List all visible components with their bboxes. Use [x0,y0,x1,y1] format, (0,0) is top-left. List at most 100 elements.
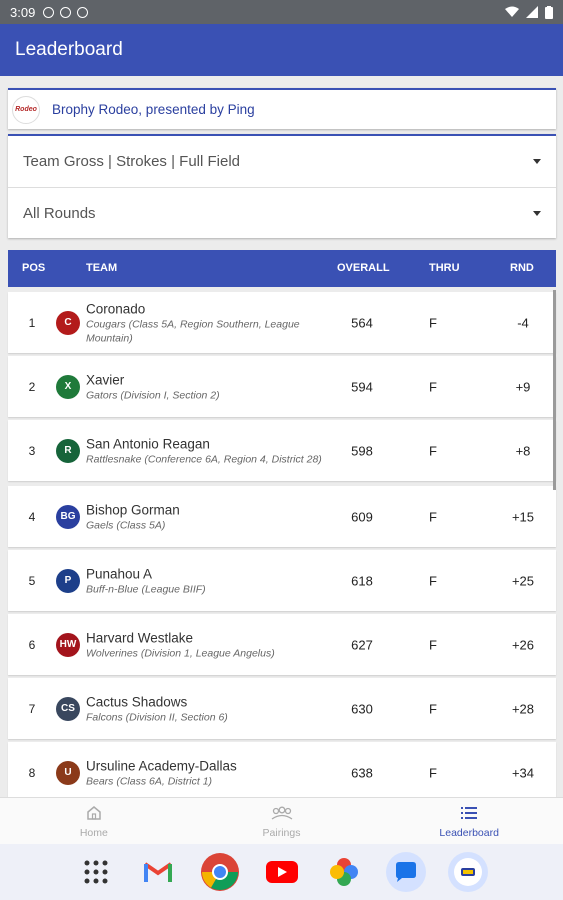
row-pos: 2 [28,379,36,394]
gmail-icon[interactable] [137,851,179,893]
nav-leaderboard[interactable]: Leaderboard [375,798,563,844]
event-logo: Rodeo [12,95,40,124]
status-time: 3:09 [10,4,36,20]
row-rnd: +25 [511,573,535,588]
photos-icon[interactable] [323,851,365,893]
chrome-icon[interactable] [199,851,241,893]
golf-app-icon[interactable] [447,851,489,893]
team-logo: C [56,310,80,335]
rounds-value: All Rounds [23,204,96,222]
team-subtitle: Rattlesnake (Conference 6A, Region 4, Di… [86,453,322,465]
team-logo: HW [56,632,80,657]
team-name: San Antonio Reagan [86,436,210,451]
nav-home-label: Home [79,827,108,839]
youtube-icon[interactable] [261,851,303,893]
row-overall: 627 [351,637,373,652]
row-rnd: -4 [517,315,529,330]
row-pos: 7 [28,701,36,716]
table-row[interactable]: 4 BG Bishop Gorman Gaels (Class 5A) 609 F… [8,486,556,547]
col-team: TEAM [86,262,118,274]
cast-icon [77,6,89,18]
table-row[interactable]: 3 R San Antonio Reagan Rattlesnake (Confe… [8,420,556,481]
col-pos: POS [22,262,46,274]
event-title: Brophy Rodeo, presented by Ping [52,102,255,117]
nav-home[interactable]: Home [0,798,188,844]
chevron-down-icon [533,159,541,164]
row-overall: 638 [351,765,373,780]
col-overall: OVERALL [337,262,390,274]
scoring-type-dropdown[interactable]: Team Gross | Strokes | Full Field [8,136,556,187]
table-row[interactable]: 6 HW Harvard Westlake Wolverines (Divisio… [8,614,556,675]
table-row[interactable]: 5 P Punahou A Buff-n-Blue (League BIIF) 6… [8,550,556,611]
team-name: Ursuline Academy-Dallas [86,758,237,773]
table-row[interactable]: 2 X Xavier Gators (Division I, Section 2)… [8,356,556,417]
row-rnd: +8 [515,443,531,458]
vpn-icon [60,6,72,18]
team-subtitle: Gators (Division I, Section 2) [86,389,220,401]
table-row[interactable]: 7 CS Cactus Shadows Falcons (Division II,… [8,678,556,739]
row-rnd: +34 [511,765,535,780]
row-rnd: +15 [511,509,535,524]
signal-icon [526,6,538,18]
team-logo: BG [56,504,80,529]
rounds-dropdown[interactable]: All Rounds [8,187,556,238]
row-thru: F [429,315,437,330]
event-card[interactable]: Rodeo Brophy Rodeo, presented by Ping [8,88,556,129]
row-overall: 618 [351,573,373,588]
row-pos: 4 [28,509,36,524]
team-subtitle: Bears (Class 6A, District 1) [86,775,213,787]
team-subtitle: Cougars (Class 5A, Region Southern, Leag… [86,318,300,344]
app-bar: Leaderboard [0,24,563,76]
row-overall: 564 [351,315,373,330]
battery-icon [545,5,553,19]
bottom-nav: Home Pairings Leaderboard [0,797,563,844]
col-rnd: RND [510,262,534,274]
leaderboard-icon [461,807,478,819]
row-pos: 8 [28,765,36,780]
team-logo: P [56,568,80,593]
row-thru: F [429,379,437,394]
chevron-down-icon [533,210,541,216]
team-name: Cactus Shadows [86,694,188,709]
team-name: Coronado [86,301,146,316]
nav-pairings[interactable]: Pairings [188,798,376,844]
app-dock [0,844,563,900]
leaderboard-header: POS TEAM OVERALL THRU RND [8,250,556,287]
row-thru: F [429,637,437,652]
row-overall: 598 [351,443,373,458]
col-thru: THRU [429,262,460,274]
team-name: Bishop Gorman [86,502,180,517]
nav-pairings-label: Pairings [262,827,301,839]
home-icon [87,806,101,820]
row-rnd: +9 [515,379,531,394]
team-subtitle: Wolverines (Division 1, League Angelus) [86,647,275,659]
messages-icon[interactable] [385,851,427,893]
wifi-icon [505,6,519,17]
team-name: Harvard Westlake [86,630,194,645]
row-thru: F [429,765,437,780]
row-thru: F [429,509,437,524]
team-name: Xavier [86,372,125,387]
team-logo: CS [56,696,80,721]
row-thru: F [429,573,437,588]
scrollbar[interactable] [553,290,556,490]
row-thru: F [429,443,437,458]
team-logo: X [56,374,80,399]
table-row[interactable]: 1 C Coronado Cougars (Class 5A, Region So… [8,292,556,353]
row-pos: 1 [28,315,36,330]
row-rnd: +26 [511,637,535,652]
team-subtitle: Falcons (Division II, Section 6) [86,711,228,723]
scoring-type-value: Team Gross | Strokes | Full Field [23,153,241,170]
row-pos: 3 [28,443,36,458]
row-overall: 594 [351,379,373,394]
row-pos: 6 [28,637,36,652]
team-subtitle: Buff-n-Blue (League BIIF) [86,583,206,595]
team-name: Punahou A [86,566,153,581]
row-overall: 630 [351,701,373,716]
apps-grid-icon[interactable] [75,851,117,893]
row-overall: 609 [351,509,373,524]
team-subtitle: Gaels (Class 5A) [86,519,166,531]
table-row[interactable]: 8 U Ursuline Academy-Dallas Bears (Class … [8,742,556,803]
row-rnd: +28 [511,701,535,716]
info-icon [43,6,55,18]
